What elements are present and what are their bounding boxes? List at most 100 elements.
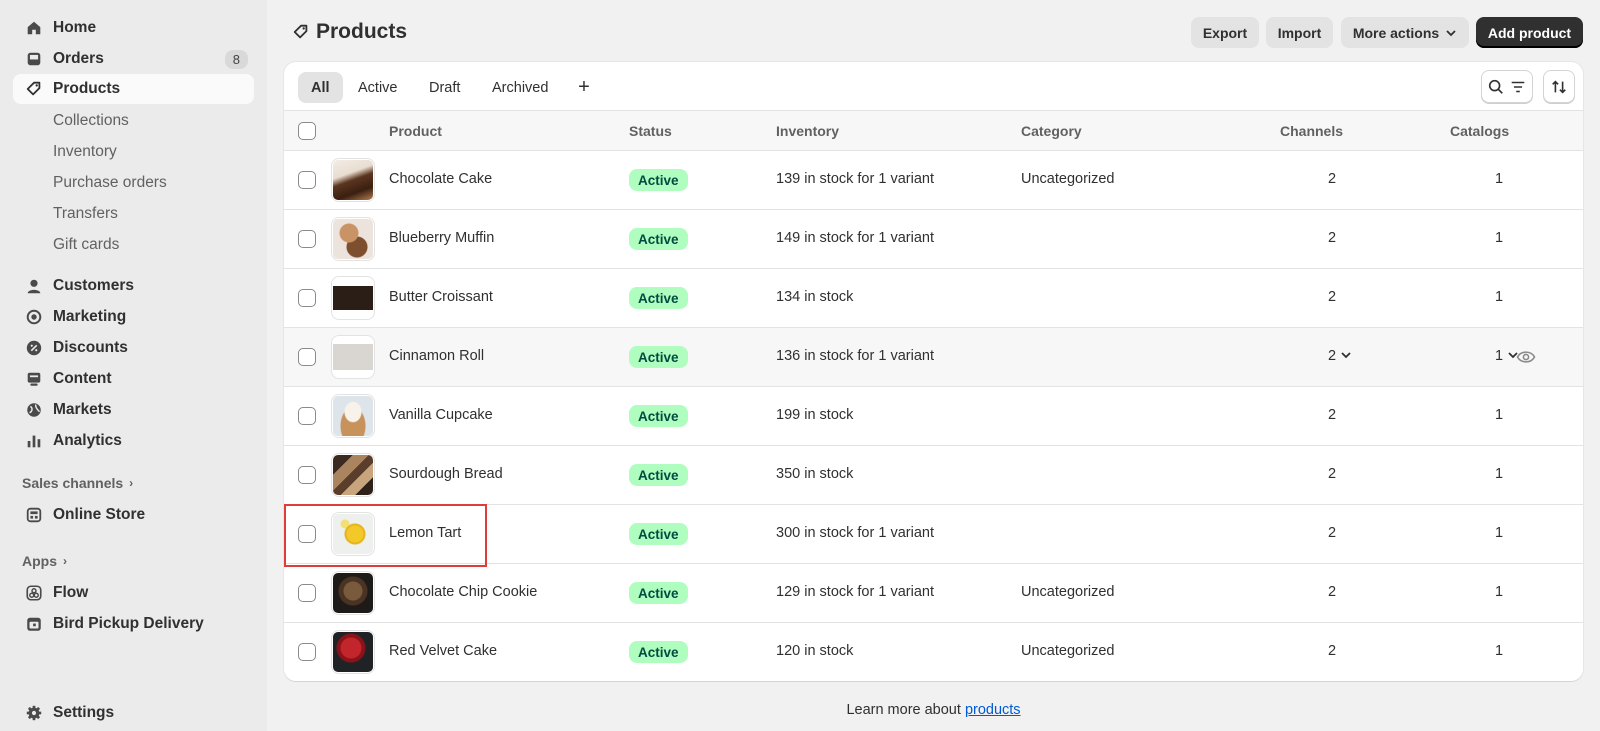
- nav-app-bird-pickup-delivery[interactable]: Bird Pickup Delivery: [13, 609, 254, 639]
- row-checkbox[interactable]: [298, 584, 316, 602]
- nav-marketing[interactable]: Marketing: [13, 302, 254, 332]
- status-badge: Active: [629, 641, 688, 663]
- apps-header[interactable]: Apps ›: [22, 553, 67, 569]
- column-header-catalogs[interactable]: Catalogs: [1450, 123, 1509, 139]
- table-row[interactable]: Blueberry Muffin Active 149 in stock for…: [284, 210, 1583, 269]
- product-thumbnail[interactable]: [331, 453, 375, 497]
- nav-orders-label: Orders: [53, 50, 104, 67]
- preview-eye-icon[interactable]: [1516, 348, 1536, 366]
- nav-app-flow[interactable]: Flow: [13, 578, 254, 608]
- sidebar-item-purchase-orders[interactable]: Purchase orders: [53, 174, 167, 192]
- product-name-link[interactable]: Vanilla Cupcake: [389, 407, 493, 423]
- product-name-link[interactable]: Red Velvet Cake: [389, 643, 497, 659]
- sort-icon: [1552, 79, 1566, 94]
- table-row[interactable]: Red Velvet Cake Active 120 in stock Unca…: [284, 623, 1583, 681]
- table-row[interactable]: Sourdough Bread Active 350 in stock 2 1: [284, 446, 1583, 505]
- tab-all[interactable]: All: [298, 72, 343, 103]
- column-header-channels[interactable]: Channels: [1280, 123, 1343, 139]
- product-thumbnail[interactable]: [331, 158, 375, 202]
- product-thumbnail[interactable]: [331, 512, 375, 556]
- status-badge: Active: [629, 405, 688, 427]
- product-thumbnail[interactable]: [331, 571, 375, 615]
- select-all-checkbox[interactable]: [298, 122, 316, 140]
- nav-discounts[interactable]: Discounts: [13, 333, 254, 363]
- sidebar-item-transfers[interactable]: Transfers: [53, 205, 118, 223]
- table-row[interactable]: Lemon Tart Active 300 in stock for 1 var…: [284, 505, 1583, 564]
- content-icon: [25, 370, 43, 388]
- table-row[interactable]: Butter Croissant Active 134 in stock 2 1: [284, 269, 1583, 328]
- nav-markets[interactable]: Markets: [13, 395, 254, 425]
- status-badge: Active: [629, 287, 688, 309]
- sort-button[interactable]: [1543, 70, 1575, 103]
- channels-count: 2: [1328, 584, 1337, 600]
- more-actions-label: More actions: [1352, 24, 1440, 41]
- channels-count: 2: [1328, 348, 1337, 364]
- tab-archived[interactable]: Archived: [479, 72, 561, 103]
- row-checkbox[interactable]: [298, 643, 316, 661]
- table-row[interactable]: Cinnamon Roll Active 136 in stock for 1 …: [284, 328, 1583, 387]
- sales-channels-header[interactable]: Sales channels ›: [22, 475, 133, 491]
- store-icon: [25, 506, 43, 524]
- nav-online-store[interactable]: Online Store: [13, 500, 254, 530]
- channels-dropdown[interactable]: 2: [1328, 348, 1352, 364]
- product-thumbnail[interactable]: [331, 276, 375, 320]
- product-thumbnail[interactable]: [331, 394, 375, 438]
- nav-orders[interactable]: Orders 8: [13, 44, 254, 74]
- export-button[interactable]: Export: [1191, 17, 1259, 48]
- chevron-down-icon: [1341, 352, 1351, 359]
- product-name-link[interactable]: Chocolate Chip Cookie: [389, 584, 537, 600]
- nav-products[interactable]: Products: [13, 74, 254, 104]
- product-name-link[interactable]: Sourdough Bread: [389, 466, 503, 482]
- row-checkbox[interactable]: [298, 171, 316, 189]
- column-header-status[interactable]: Status: [629, 123, 672, 139]
- catalogs-count: 1: [1495, 407, 1504, 423]
- row-checkbox[interactable]: [298, 348, 316, 366]
- table-row[interactable]: Chocolate Chip Cookie Active 129 in stoc…: [284, 564, 1583, 623]
- sidebar-item-collections[interactable]: Collections: [53, 112, 129, 130]
- row-checkbox[interactable]: [298, 466, 316, 484]
- row-checkbox[interactable]: [298, 525, 316, 543]
- row-checkbox[interactable]: [298, 230, 316, 248]
- column-header-product[interactable]: Product: [389, 123, 442, 139]
- nav-analytics-label: Analytics: [53, 432, 122, 449]
- add-product-button[interactable]: Add product: [1476, 17, 1583, 48]
- search-filter-button[interactable]: [1481, 70, 1533, 103]
- tab-active[interactable]: Active: [345, 72, 411, 103]
- products-help-link[interactable]: products: [965, 702, 1021, 718]
- inventory-text: 136 in stock for 1 variant: [776, 348, 934, 364]
- product-name-link[interactable]: Lemon Tart: [389, 525, 461, 541]
- filter-icon: [1511, 81, 1525, 92]
- footer-text: Learn more about: [846, 702, 965, 718]
- product-name-link[interactable]: Cinnamon Roll: [389, 348, 484, 364]
- nav-home[interactable]: Home: [13, 13, 254, 43]
- product-thumbnail[interactable]: [331, 335, 375, 379]
- product-name-link[interactable]: Chocolate Cake: [389, 171, 492, 187]
- add-view-button[interactable]: +: [571, 72, 597, 103]
- inventory-text: 350 in stock: [776, 466, 854, 482]
- row-checkbox[interactable]: [298, 289, 316, 307]
- nav-app-bird-pickup-label: Bird Pickup Delivery: [53, 615, 204, 632]
- nav-content[interactable]: Content: [13, 364, 254, 394]
- sidebar-item-gift-cards[interactable]: Gift cards: [53, 236, 119, 254]
- nav-analytics[interactable]: Analytics: [13, 426, 254, 456]
- tab-draft[interactable]: Draft: [416, 72, 473, 103]
- chevron-right-icon: ›: [63, 554, 67, 568]
- column-header-category[interactable]: Category: [1021, 123, 1082, 139]
- nav-customers[interactable]: Customers: [13, 271, 254, 301]
- table-row[interactable]: Vanilla Cupcake Active 199 in stock 2 1: [284, 387, 1583, 446]
- calendar-app-icon: [25, 615, 43, 633]
- product-thumbnail[interactable]: [331, 630, 375, 674]
- sidebar-item-inventory[interactable]: Inventory: [53, 143, 117, 161]
- more-actions-button[interactable]: More actions: [1341, 17, 1469, 48]
- product-name-link[interactable]: Butter Croissant: [389, 289, 493, 305]
- product-thumbnail[interactable]: [331, 217, 375, 261]
- apps-label: Apps: [22, 553, 57, 569]
- orders-count-badge: 8: [224, 49, 248, 69]
- import-button[interactable]: Import: [1266, 17, 1333, 48]
- table-row[interactable]: Chocolate Cake Active 139 in stock for 1…: [284, 151, 1583, 210]
- discount-icon: [25, 339, 43, 357]
- row-checkbox[interactable]: [298, 407, 316, 425]
- product-name-link[interactable]: Blueberry Muffin: [389, 230, 494, 246]
- column-header-inventory[interactable]: Inventory: [776, 123, 839, 139]
- flow-app-icon: [25, 584, 43, 602]
